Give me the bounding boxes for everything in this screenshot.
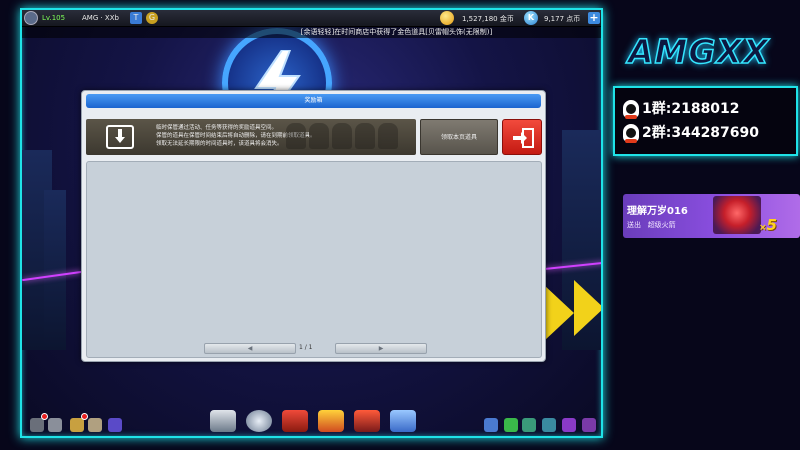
item-silhouette	[286, 123, 306, 149]
download-box-icon	[106, 125, 134, 149]
qq-penguin-icon	[623, 100, 639, 119]
friends-icon[interactable]	[522, 418, 536, 432]
g-icon[interactable]: G	[146, 12, 158, 24]
notification-dot	[81, 413, 88, 420]
item-silhouette	[378, 123, 398, 149]
gift-count: ×5	[759, 216, 777, 234]
gift-sender: 理解万岁016	[627, 206, 688, 217]
shop-icon[interactable]	[318, 410, 344, 432]
mail-icon[interactable]	[30, 413, 48, 432]
player-avatar[interactable]	[24, 11, 38, 25]
gold-coin-icon	[440, 11, 454, 25]
exit-button[interactable]	[502, 119, 542, 155]
ranking-icon[interactable]	[484, 418, 498, 432]
reward-items-area: ◀ 1 / 1 ▶	[86, 161, 542, 358]
k-coin-icon: K	[524, 11, 538, 25]
help-icon[interactable]	[108, 418, 122, 432]
recharge-plus-button[interactable]: +	[588, 12, 600, 24]
bg-chevron-arrow	[544, 285, 574, 341]
points-amount: 9,177 点币	[544, 15, 581, 23]
page-indicator: 1 / 1	[299, 344, 313, 351]
qq-penguin-icon	[623, 124, 639, 143]
claim-page-items-button[interactable]: 领取本页道具	[420, 119, 498, 155]
game-window: Lv.105 AMG · XXb T G 1,527,180 金币 K 9,17…	[20, 8, 603, 438]
bg-chevron-arrow	[574, 280, 601, 336]
exit-icon	[513, 128, 534, 148]
game-bottom-bar	[22, 408, 601, 434]
pagination: ◀ 1 / 1 ▶	[87, 343, 541, 355]
club-icon[interactable]	[390, 410, 416, 432]
notification-dot	[41, 413, 48, 420]
gift-item: 超级火箭	[647, 221, 676, 229]
alert-icon[interactable]	[504, 418, 518, 432]
gift-notification: 理解万岁016 送出 超级火箭 ×5	[623, 194, 800, 238]
item-silhouette	[309, 123, 329, 149]
gift-count-value: 5	[766, 216, 777, 234]
bg-building	[44, 190, 66, 350]
dialog-title: 奖励箱	[86, 94, 541, 108]
t-icon[interactable]: T	[130, 12, 142, 24]
qq-groups-panel: 1群:2188012 2群:344287690	[613, 86, 798, 156]
bag-icon[interactable]	[70, 413, 88, 432]
stream-brand-logo: AMGXX	[627, 31, 770, 72]
chat-icon[interactable]	[542, 418, 556, 432]
item-silhouettes	[286, 123, 411, 151]
race-flag-icon[interactable]	[210, 410, 236, 432]
gift-description: 送出 超级火箭	[627, 220, 676, 230]
player-level: Lv.105	[42, 14, 66, 22]
game-top-bar: Lv.105 AMG · XXb T G 1,527,180 金币 K 9,17…	[22, 10, 601, 27]
search-icon[interactable]	[562, 418, 576, 432]
item-silhouette	[332, 123, 352, 149]
settings-icon[interactable]	[48, 418, 62, 432]
book-icon[interactable]	[88, 418, 102, 432]
player-name: AMG · XXb	[82, 14, 119, 22]
treasure-icon[interactable]	[354, 410, 380, 432]
menu-icon[interactable]	[582, 418, 596, 432]
gift-action: 送出	[627, 221, 641, 229]
qq-group-row: 1群:2188012	[623, 98, 740, 119]
prev-page-button[interactable]: ◀	[204, 343, 296, 354]
info-banner: 临时保管通过活动、任务等获得的奖励道具空间。 保管的道具在保管时间结束后将自动删…	[86, 119, 416, 155]
rocket-gift-icon	[713, 196, 761, 234]
announcement-ticker: [余语轻轻]在时间商店中获得了金色道具[贝雷帽头饰(无限制)]	[22, 27, 601, 38]
gift-multiplier: ×	[759, 223, 767, 233]
qq-group-text: 1群:2188012	[642, 101, 740, 117]
item-silhouette	[355, 123, 375, 149]
garage-icon[interactable]	[282, 410, 308, 432]
qq-group-text: 2群:344287690	[642, 125, 760, 141]
next-page-button[interactable]: ▶	[335, 343, 427, 354]
speedometer-icon[interactable]	[246, 410, 272, 432]
gold-amount: 1,527,180 金币	[462, 15, 514, 23]
qq-group-row: 2群:344287690	[623, 122, 760, 143]
reward-box-dialog: 奖励箱 临时保管通过活动、任务等获得的奖励道具空间。 保管的道具在保管时间结束后…	[81, 90, 546, 362]
